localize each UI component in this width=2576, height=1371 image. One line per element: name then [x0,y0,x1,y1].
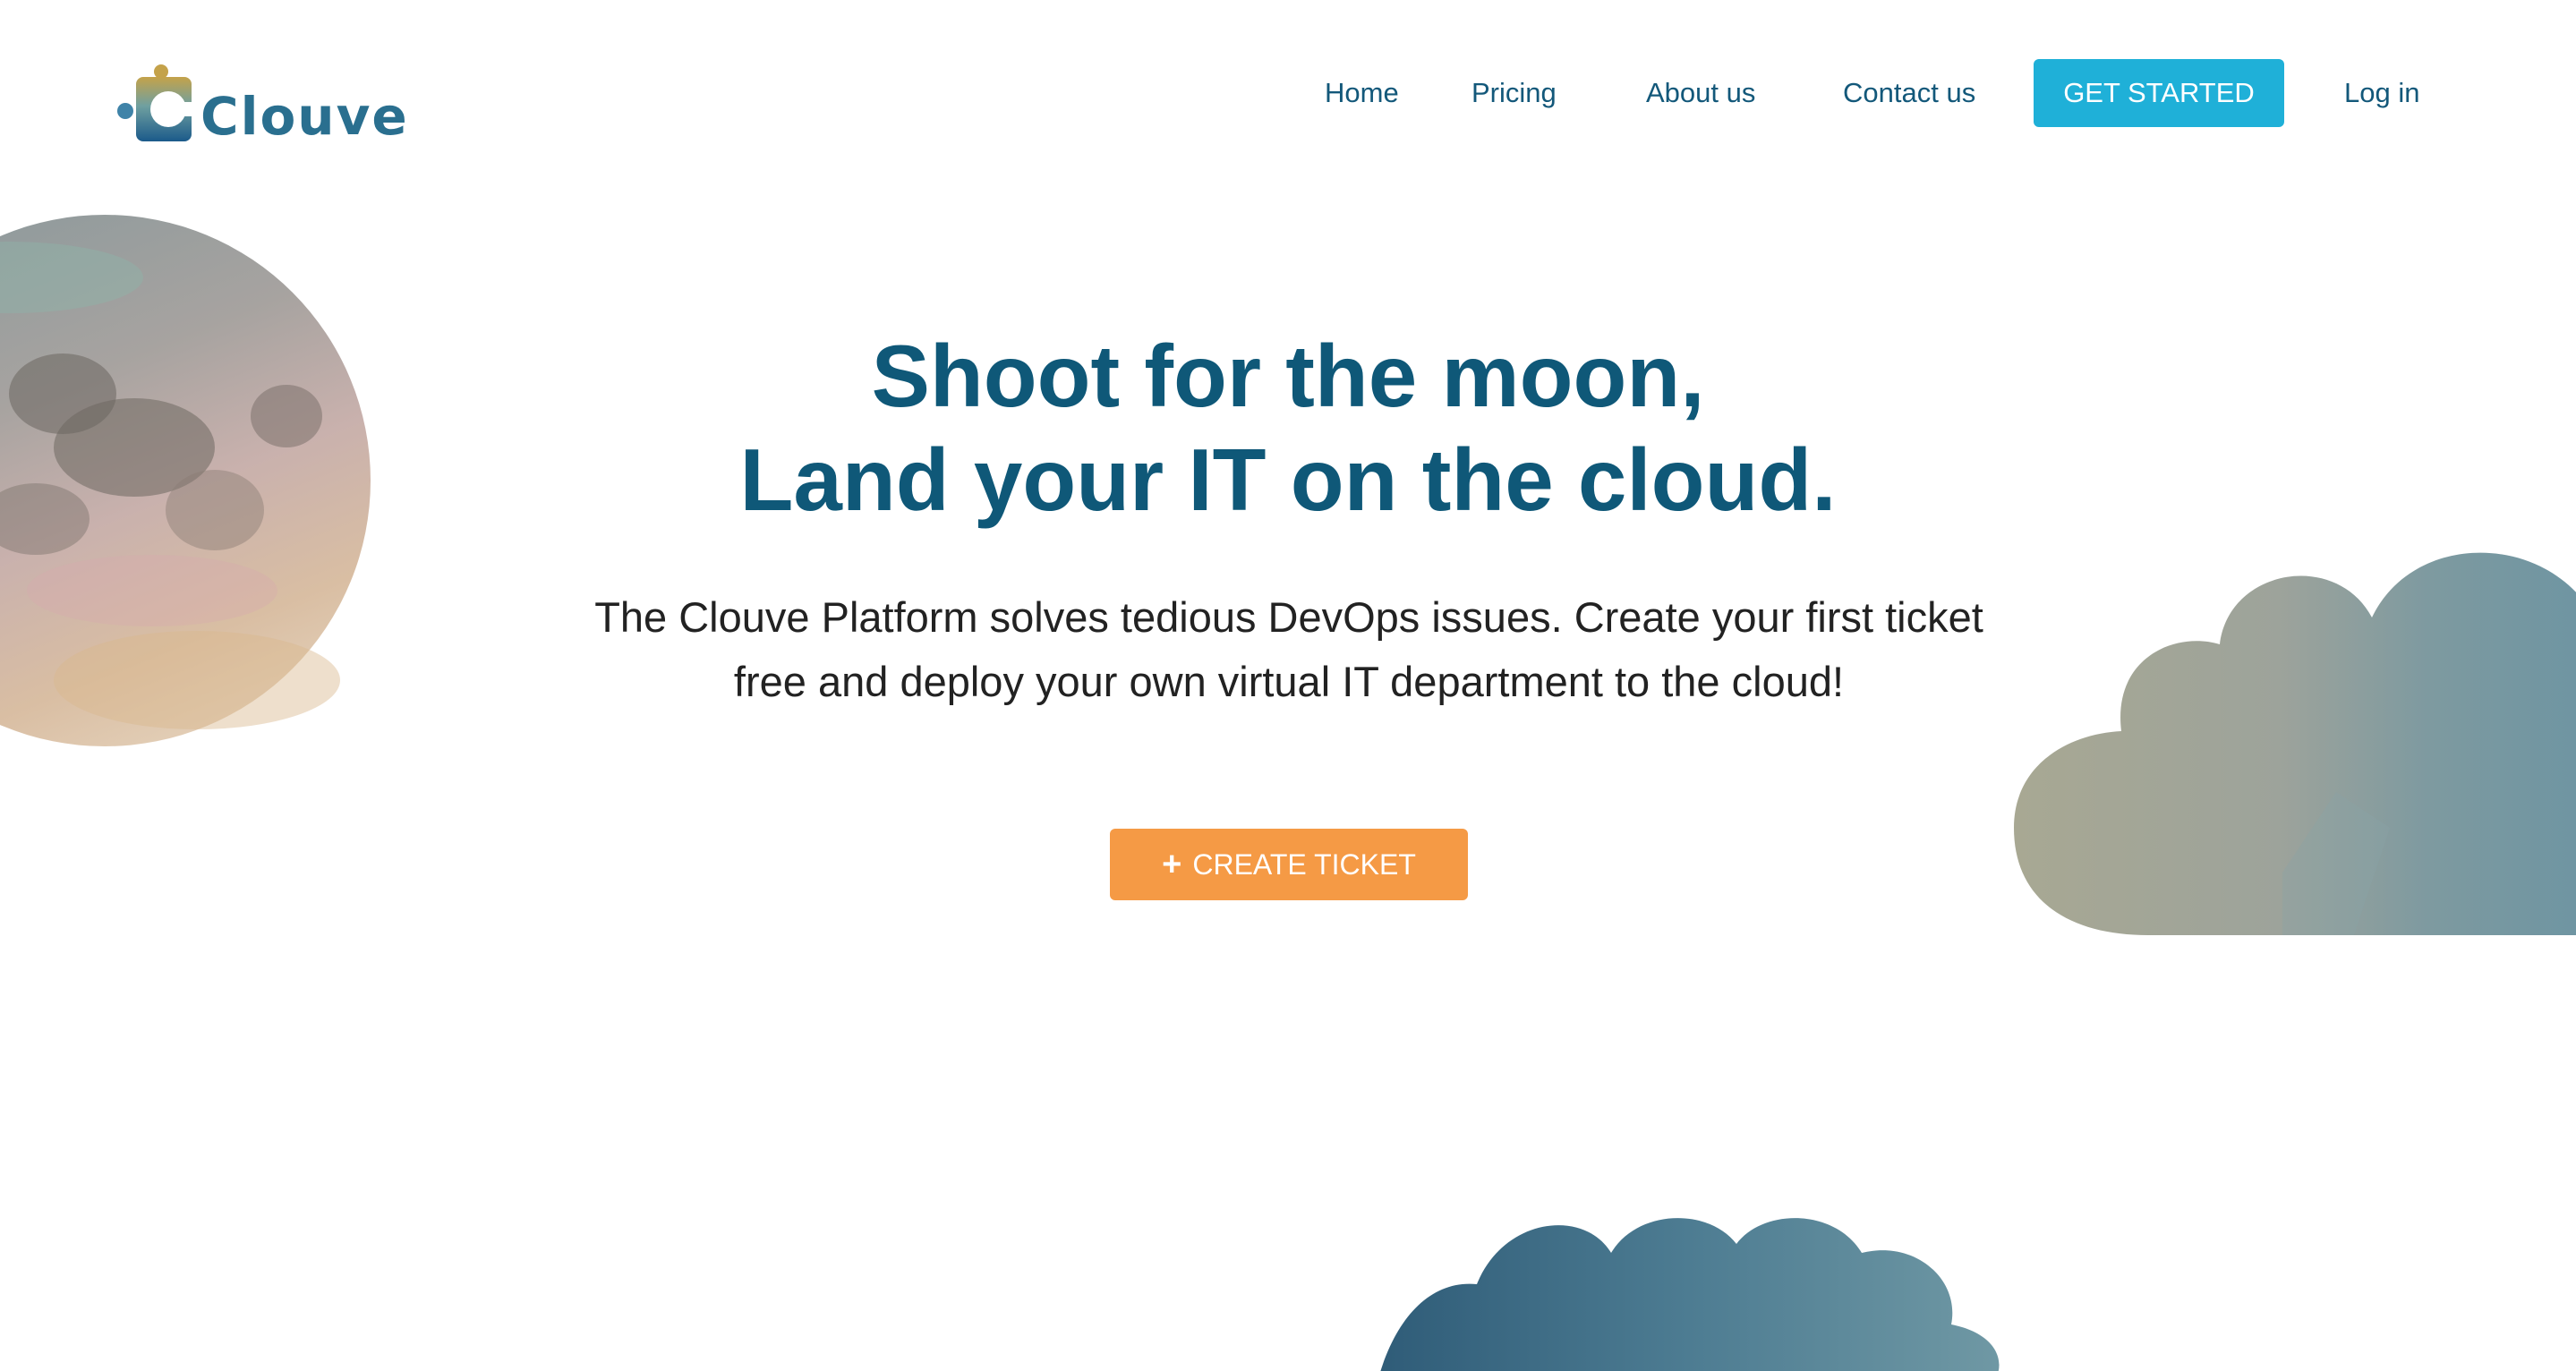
nav-about-link[interactable]: About us [1646,59,1755,127]
hero-subtitle: The Clouve Platform solves tedious DevOp… [594,593,1983,705]
nav-home-link[interactable]: Home [1325,59,1399,127]
login-link[interactable]: Log in [2344,59,2419,127]
create-ticket-button[interactable]: + CREATE TICKET [1110,829,1468,900]
cloud-illustration-bottom [1380,1218,2000,1371]
hero-title: Shoot for the moon, Land your IT on the … [0,324,2576,532]
landing-page: Clouve Home Pricing About us Contact us … [0,0,2576,1371]
hero-title-line-2: Land your IT on the cloud. [739,430,1837,529]
plus-icon: + [1162,846,1182,883]
top-navigation: Home Pricing About us Contact us GET STA… [0,59,2576,127]
hero-title-line-1: Shoot for the moon, [871,327,1705,425]
create-ticket-label: CREATE TICKET [1192,847,1416,881]
nav-pricing-link[interactable]: Pricing [1471,59,1557,127]
get-started-button[interactable]: GET STARTED [2034,59,2284,127]
cloud-illustration-right [2014,552,2576,935]
nav-contact-link[interactable]: Contact us [1843,59,1975,127]
